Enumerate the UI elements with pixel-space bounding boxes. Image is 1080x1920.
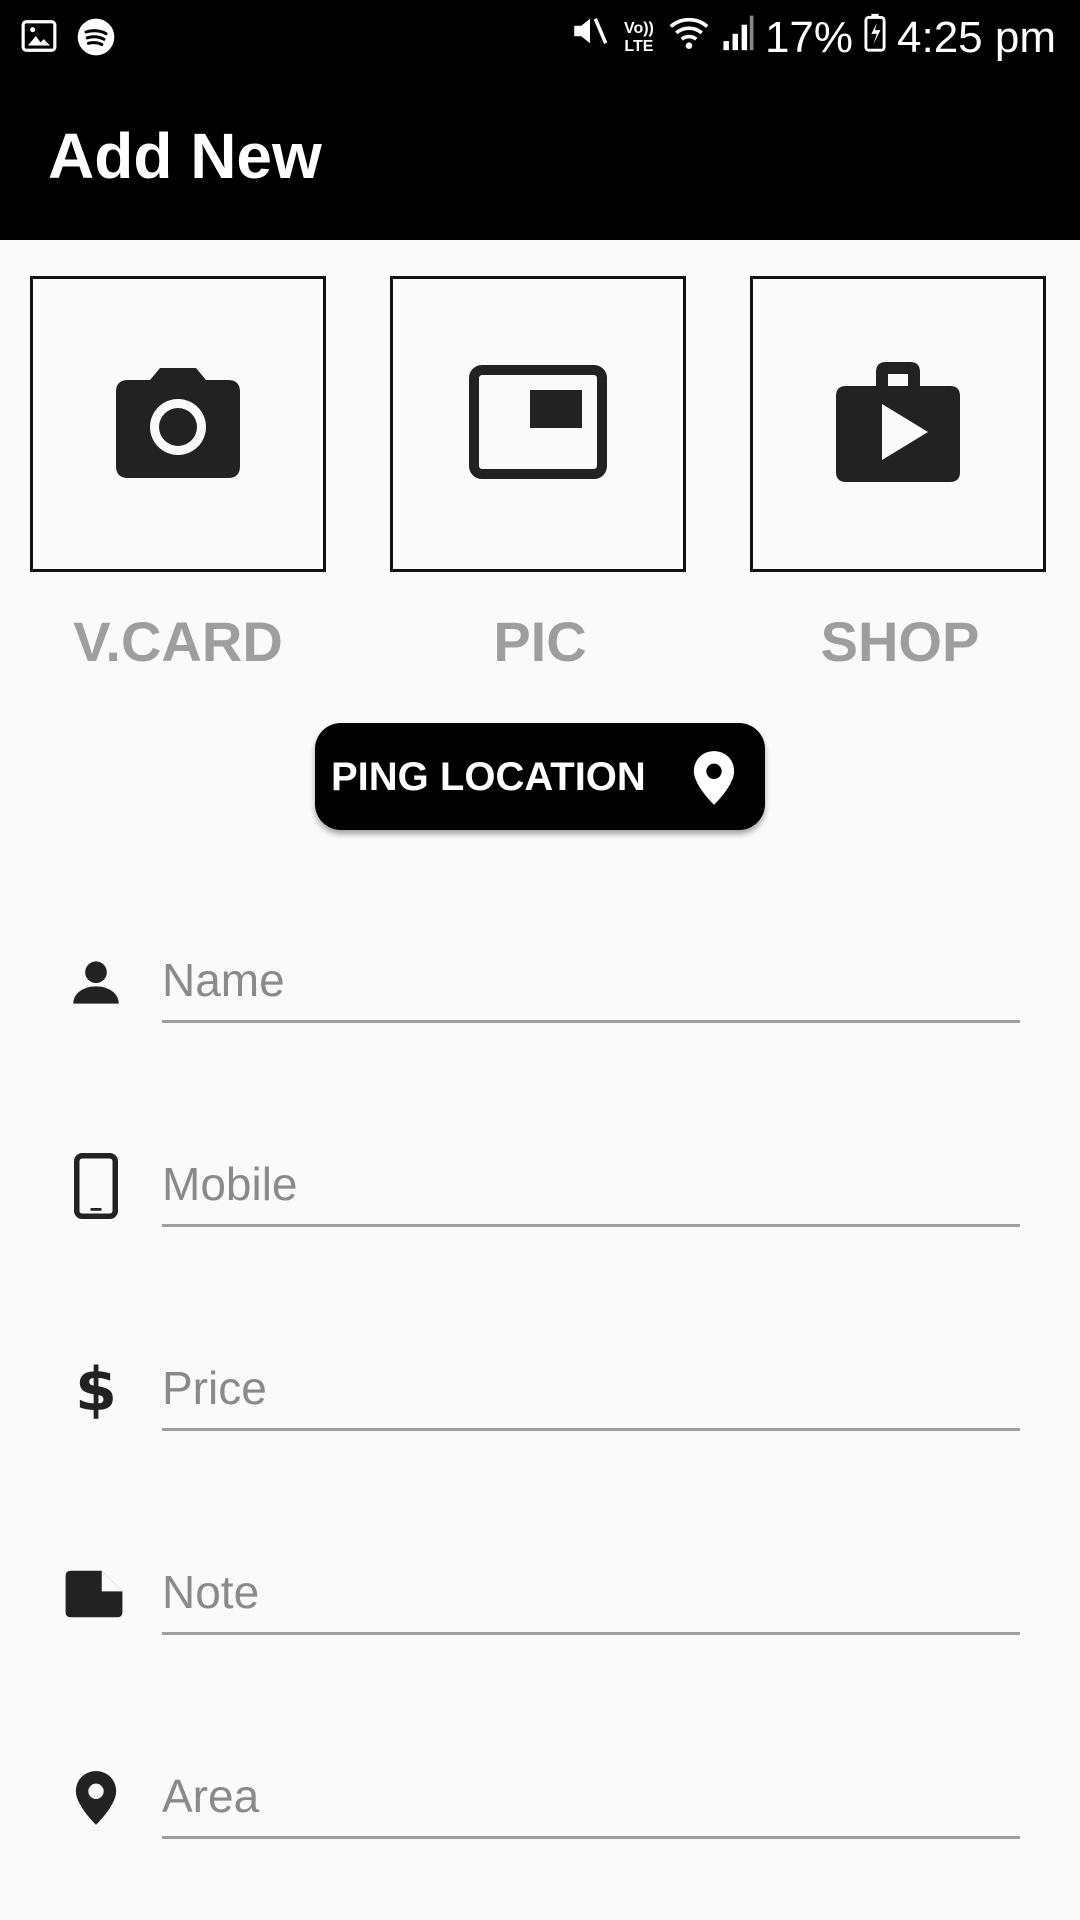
ping-location-label: PING LOCATION [331, 755, 646, 799]
shop-label: SHOP [820, 610, 980, 673]
camera-icon [114, 364, 242, 485]
price-field[interactable] [162, 1348, 1020, 1431]
battery-icon [863, 11, 887, 65]
person-icon [60, 946, 132, 1018]
location-pin-icon [60, 1762, 132, 1834]
gallery-icon [20, 17, 58, 62]
dollar-icon: $ [75, 1355, 117, 1425]
mute-icon [569, 10, 611, 65]
shop-tile[interactable] [750, 276, 1046, 572]
app-bar: Add New [0, 74, 1080, 240]
mobile-field[interactable] [162, 1144, 1020, 1227]
vcard-label: V.CARD [73, 610, 283, 673]
signal-icon [721, 11, 755, 65]
note-field[interactable] [162, 1552, 1020, 1635]
shop-icon [834, 360, 962, 489]
page-title: Add New [48, 120, 322, 192]
pic-label: PIC [493, 610, 587, 673]
spotify-icon [76, 17, 116, 62]
picture-in-picture-icon [468, 364, 608, 485]
vcard-tile[interactable] [30, 276, 326, 572]
status-bar: Vo)) LTE 17% 4:25 pm [0, 0, 1080, 74]
wifi-icon [667, 11, 711, 65]
location-pin-icon [691, 749, 737, 810]
status-notifications [20, 17, 116, 62]
pic-tile[interactable] [390, 276, 686, 572]
phone-icon [60, 1150, 132, 1222]
volte-icon: Vo)) LTE [623, 19, 654, 55]
name-field[interactable] [162, 940, 1020, 1023]
ping-location-button[interactable]: PING LOCATION [315, 723, 765, 830]
status-time: 4:25 pm [897, 12, 1056, 62]
battery-percent: 17% [764, 12, 854, 62]
area-field[interactable] [162, 1756, 1020, 1839]
status-system: Vo)) LTE 17% 4:25 pm [569, 10, 1056, 65]
note-icon [58, 1558, 130, 1630]
